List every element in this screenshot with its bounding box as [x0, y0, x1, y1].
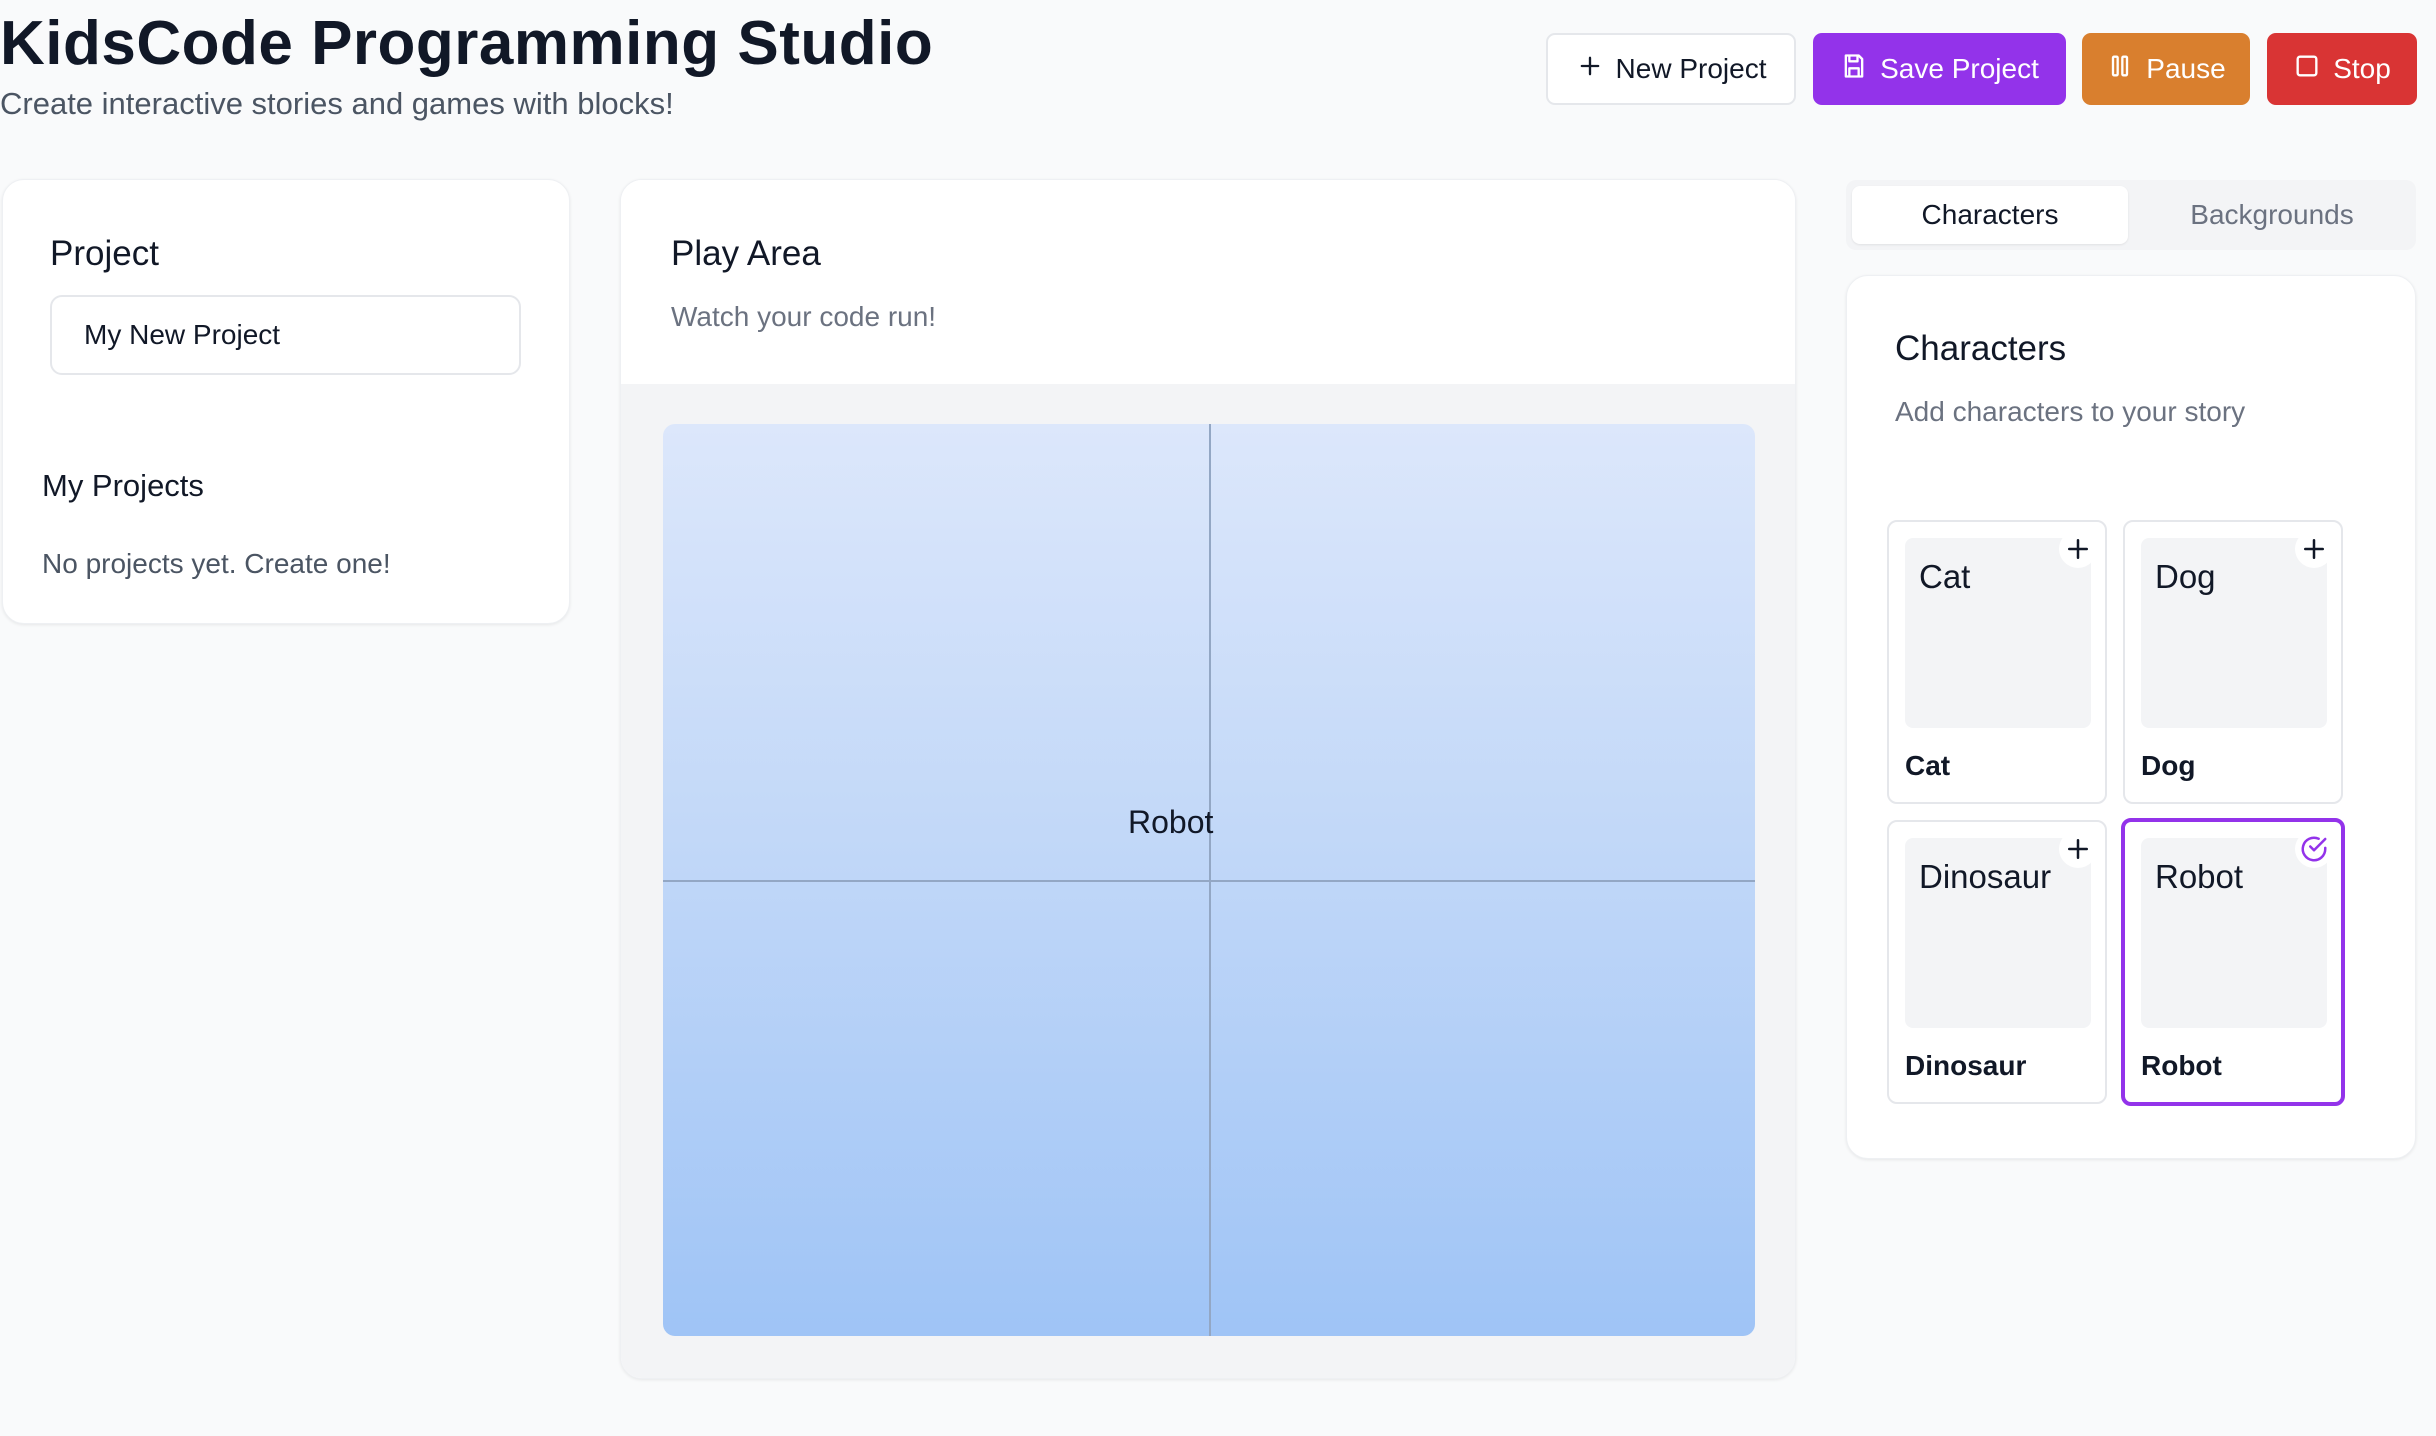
save-icon	[1840, 52, 1868, 87]
character-label: Dog	[2141, 750, 2196, 781]
play-area-title: Play Area	[671, 234, 821, 273]
character-tile-robot[interactable]: Robot Robot	[2121, 818, 2345, 1106]
selected-character-indicator[interactable]	[2295, 830, 2333, 868]
plus-icon	[2304, 539, 2324, 559]
characters-panel: Characters Add characters to your story …	[1846, 275, 2416, 1159]
save-project-button[interactable]: Save Project	[1813, 33, 2066, 105]
add-character-button[interactable]	[2059, 830, 2097, 868]
stage-sprite-robot[interactable]: Robot	[1128, 804, 1213, 841]
plus-icon	[2068, 839, 2088, 859]
character-tile-dog[interactable]: Dog Dog	[2123, 520, 2343, 804]
play-area-subtitle: Watch your code run!	[671, 301, 937, 332]
character-label: Dinosaur	[1905, 1050, 2027, 1081]
stage-canvas[interactable]: Robot	[663, 424, 1755, 1336]
empty-projects-message: No projects yet. Create one!	[42, 548, 391, 579]
pause-label: Pause	[2146, 53, 2226, 84]
app-subtitle: Create interactive stories and games wit…	[0, 86, 674, 121]
plus-icon	[1576, 52, 1604, 87]
characters-title: Characters	[1895, 329, 2067, 368]
asset-tabs: Characters Backgrounds	[1846, 180, 2416, 250]
project-name-input[interactable]	[50, 295, 521, 375]
character-thumbnail: Dinosaur	[1905, 838, 2091, 1028]
stage-horizontal-axis	[663, 880, 1755, 882]
my-projects-heading: My Projects	[42, 468, 204, 503]
characters-subtitle: Add characters to your story	[1895, 396, 2246, 427]
character-thumbnail: Dog	[2141, 538, 2327, 728]
character-thumbnail: Robot	[2141, 838, 2327, 1028]
tab-characters[interactable]: Characters	[1852, 186, 2128, 244]
save-project-label: Save Project	[1880, 53, 2039, 84]
character-thumbnail-text: Robot	[2155, 858, 2244, 895]
character-label: Cat	[1905, 750, 1951, 781]
add-character-button[interactable]	[2295, 530, 2333, 568]
stop-icon	[2293, 52, 2321, 87]
pause-icon	[2106, 52, 2134, 87]
character-label: Robot	[2141, 1050, 2222, 1081]
character-tile-cat[interactable]: Cat Cat	[1887, 520, 2107, 804]
stop-button[interactable]: Stop	[2267, 33, 2417, 105]
plus-icon	[2068, 539, 2088, 559]
new-project-label: New Project	[1615, 53, 1767, 84]
tab-backgrounds[interactable]: Backgrounds	[2134, 186, 2410, 244]
check-circle-icon	[2301, 836, 2327, 862]
add-character-button[interactable]	[2059, 530, 2097, 568]
stop-label: Stop	[2333, 53, 2391, 84]
character-thumbnail-text: Dog	[2155, 558, 2216, 595]
character-tile-dinosaur[interactable]: Dinosaur Dinosaur	[1887, 820, 2107, 1104]
character-thumbnail-text: Cat	[1919, 558, 1971, 595]
play-area-panel: Play Area Watch your code run! Robot	[620, 179, 1796, 1379]
app-title: KidsCode Programming Studio	[0, 9, 934, 78]
pause-button[interactable]: Pause	[2082, 33, 2250, 105]
play-area-header: Play Area Watch your code run!	[621, 180, 1795, 384]
character-thumbnail: Cat	[1905, 538, 2091, 728]
character-thumbnail-text: Dinosaur	[1919, 858, 2052, 895]
new-project-button[interactable]: New Project	[1546, 33, 1796, 105]
project-heading: Project	[50, 234, 159, 273]
